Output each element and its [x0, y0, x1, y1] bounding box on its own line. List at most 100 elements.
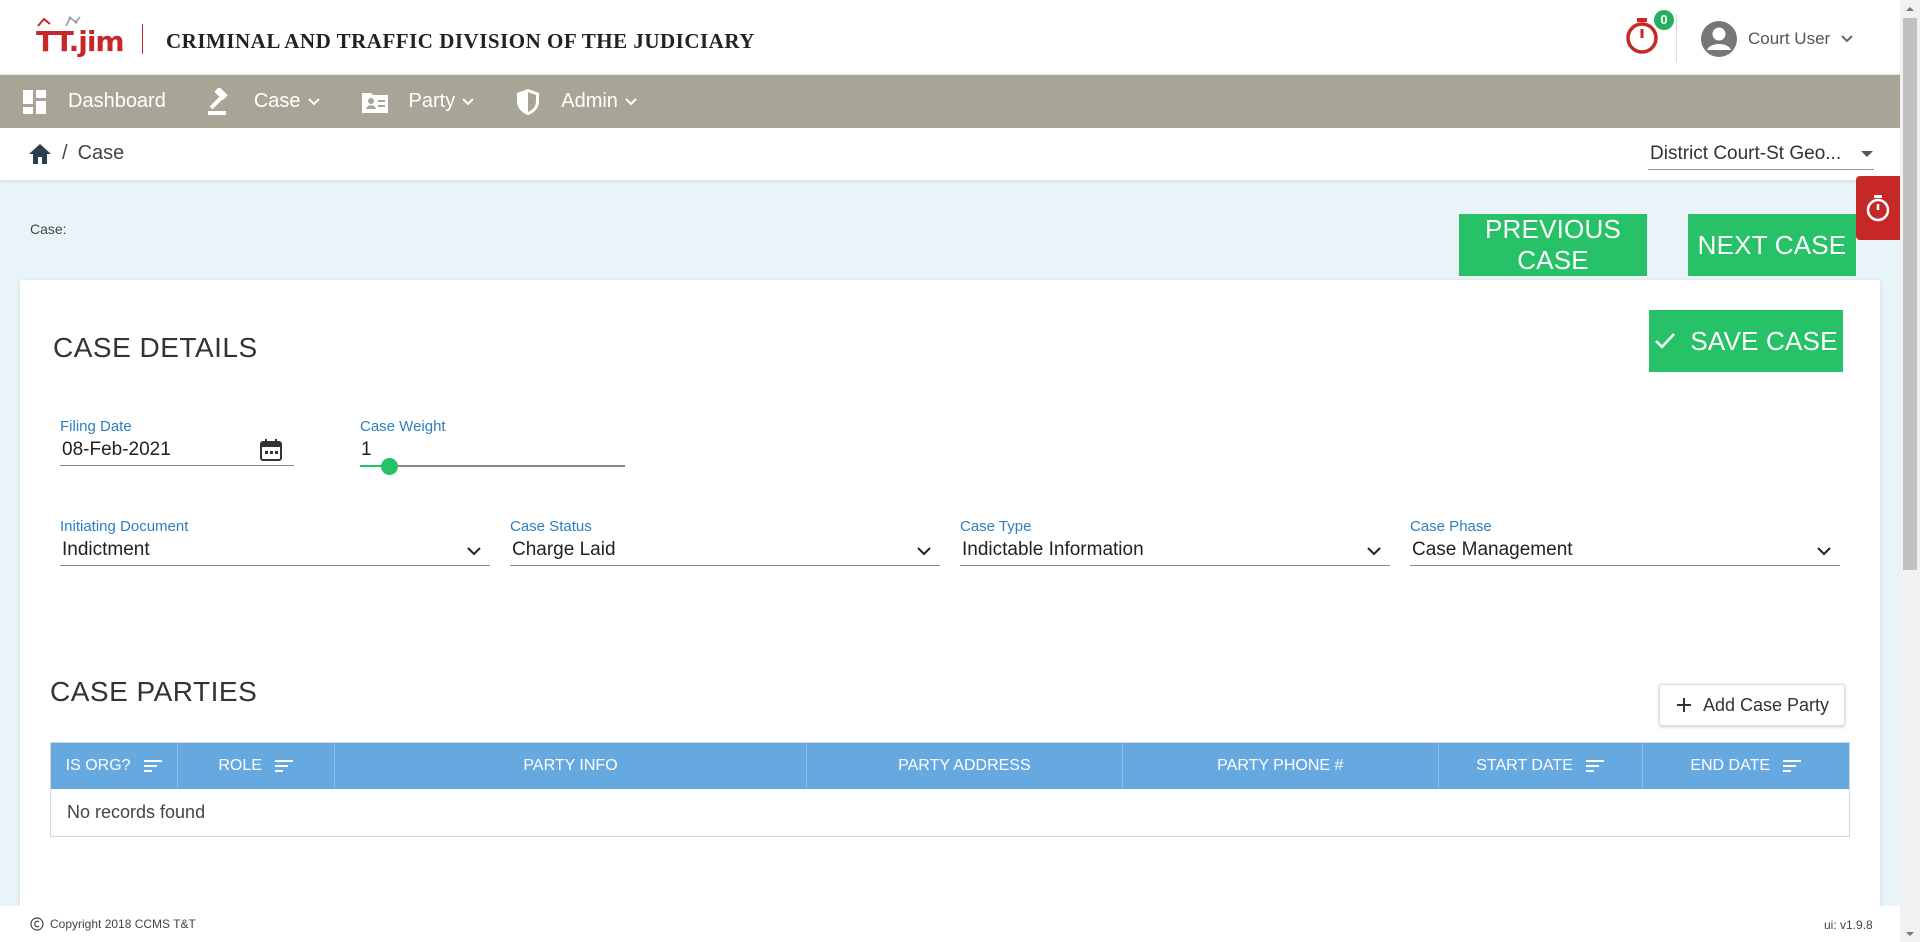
- home-icon[interactable]: [28, 143, 52, 165]
- nav-label: Dashboard: [68, 90, 166, 112]
- side-timer-button[interactable]: [1856, 176, 1900, 240]
- gavel-icon: [207, 87, 228, 115]
- copyright: Copyright 2018 CCMS T&T: [30, 917, 196, 931]
- column-header[interactable]: START DATE: [1439, 743, 1644, 789]
- case-type-select[interactable]: Case Type Indictable Information: [960, 518, 1390, 570]
- breadcrumb-bar: / Case District Court-St Geo...: [0, 128, 1900, 180]
- copyright-icon: [30, 917, 44, 931]
- case-parties-title: CASE PARTIES: [50, 676, 258, 707]
- page-scrollbar[interactable]: [1900, 0, 1920, 942]
- calendar-icon[interactable]: [259, 438, 283, 462]
- case-type-underline: [960, 565, 1390, 566]
- save-case-label: SAVE CASE: [1690, 325, 1838, 356]
- logo-text: TT.jim: [36, 25, 125, 58]
- timer-count-badge: 0: [1654, 10, 1674, 30]
- empty-message: No records found: [67, 802, 206, 822]
- case-type-label: Case Type: [960, 518, 1032, 535]
- breadcrumb-current: Case: [77, 142, 125, 164]
- empty-row: No records found: [51, 789, 1849, 836]
- header-divider: [1676, 14, 1677, 62]
- case-status-label: Case Status: [510, 518, 592, 535]
- nav-item-admin[interactable]: Admin: [515, 88, 638, 116]
- court-select[interactable]: District Court-St Geo...: [1648, 138, 1874, 170]
- chevron-down-icon: [1817, 547, 1831, 556]
- chevron-down-icon: [462, 97, 474, 105]
- shield-icon: [517, 88, 540, 115]
- plus-icon: [1676, 698, 1691, 712]
- column-header[interactable]: IS ORG?: [51, 743, 179, 789]
- column-header-label: END DATE: [1690, 757, 1771, 774]
- case-status-select[interactable]: Case Status Charge Laid: [510, 518, 940, 570]
- column-header-label: ROLE: [218, 757, 262, 774]
- filing-date-field[interactable]: Filing Date 08-Feb-2021: [60, 418, 294, 470]
- scroll-down-arrow-icon[interactable]: [1900, 925, 1920, 942]
- avatar-icon: [1701, 21, 1737, 57]
- copyright-text: Copyright 2018 CCMS T&T: [50, 917, 196, 931]
- column-header[interactable]: END DATE: [1643, 743, 1849, 789]
- initiating-document-underline: [60, 565, 490, 566]
- sort-icon[interactable]: [1585, 759, 1605, 773]
- case-status-value: Charge Laid: [512, 539, 616, 560]
- nav-item-dashboard[interactable]: Dashboard: [22, 89, 166, 115]
- chevron-down-icon: [917, 547, 931, 556]
- chevron-down-icon: [1841, 35, 1853, 43]
- initiating-document-select[interactable]: Initiating Document Indictment: [60, 518, 490, 570]
- chevron-down-icon: [467, 547, 481, 556]
- user-menu[interactable]: Court User: [1700, 20, 1854, 58]
- app-header: TT.jim CRIMINAL AND TRAFFIC DIVISION OF …: [0, 0, 1900, 75]
- breadcrumb-separator: /: [62, 142, 68, 164]
- chevron-down-icon: [1367, 547, 1381, 556]
- column-header: PARTY ADDRESS: [807, 743, 1123, 789]
- case-details-title: CASE DETAILS: [53, 332, 258, 363]
- app-logo[interactable]: TT.jim: [36, 16, 125, 58]
- case-weight-value: 1: [361, 439, 372, 460]
- case-status-underline: [510, 565, 940, 566]
- case-weight-field[interactable]: Case Weight 1: [360, 418, 625, 478]
- court-select-value: District Court-St Geo...: [1650, 142, 1842, 164]
- column-header[interactable]: ROLE: [178, 743, 336, 789]
- case-phase-underline: [1410, 565, 1840, 566]
- stopwatch-icon: [1866, 195, 1890, 222]
- version-text: ui: v1.9.8: [1824, 918, 1873, 932]
- case-weight-slider-thumb[interactable]: [381, 458, 398, 475]
- chevron-down-icon: [307, 97, 320, 105]
- scrollbar-thumb[interactable]: [1903, 18, 1917, 570]
- logo-accent-icon: [37, 16, 81, 27]
- table-header-row: IS ORG? ROLE PARTY INFO PARTY ADDRESS PARTY …: [51, 743, 1849, 789]
- filing-date-label: Filing Date: [60, 418, 132, 435]
- nav-label: Case: [253, 90, 301, 112]
- filing-date-value: 08-Feb-2021: [62, 439, 171, 460]
- case-card: CASE DETAILS SAVE CASE Filing Date 08-Fe…: [20, 280, 1880, 920]
- breadcrumb: / Case: [28, 142, 124, 165]
- case-phase-select[interactable]: Case Phase Case Management: [1410, 518, 1840, 570]
- case-label: Case:: [30, 221, 67, 237]
- nav-item-party[interactable]: Party: [361, 90, 476, 114]
- column-header-label: PARTY ADDRESS: [898, 757, 1031, 774]
- sort-icon[interactable]: [143, 759, 163, 773]
- column-header-label: IS ORG?: [65, 757, 131, 774]
- next-case-button[interactable]: NEXT CASE: [1688, 214, 1856, 276]
- nav-label: Admin: [561, 90, 618, 112]
- app-title: CRIMINAL AND TRAFFIC DIVISION OF THE JUD…: [166, 29, 755, 53]
- sort-icon[interactable]: [1782, 759, 1802, 773]
- nav-label: Party: [408, 90, 456, 112]
- sort-icon[interactable]: [274, 759, 294, 773]
- initiating-document-value: Indictment: [62, 539, 150, 560]
- save-case-button[interactable]: SAVE CASE: [1649, 310, 1843, 372]
- case-phase-value: Case Management: [1412, 539, 1573, 560]
- contact-card-icon: [361, 92, 388, 113]
- footer: Copyright 2018 CCMS T&T ui: v1.9.8: [0, 906, 1900, 942]
- nav-item-case[interactable]: Case: [206, 87, 321, 116]
- case-phase-label: Case Phase: [1410, 518, 1492, 535]
- dashboard-icon: [23, 89, 46, 114]
- case-parties-table: IS ORG? ROLE PARTY INFO PARTY ADDRESS PARTY …: [50, 742, 1850, 837]
- scroll-up-arrow-icon[interactable]: [1900, 0, 1920, 17]
- previous-case-button[interactable]: PREVIOUS CASE: [1459, 214, 1647, 276]
- initiating-document-label: Initiating Document: [60, 518, 189, 535]
- case-weight-slider-track[interactable]: [360, 465, 625, 467]
- column-header-label: PARTY INFO: [523, 757, 618, 774]
- add-case-party-button[interactable]: Add Case Party: [1659, 684, 1845, 726]
- user-name: Court User: [1748, 29, 1831, 48]
- caret-down-icon: [1861, 150, 1873, 157]
- column-header-label: START DATE: [1476, 757, 1573, 774]
